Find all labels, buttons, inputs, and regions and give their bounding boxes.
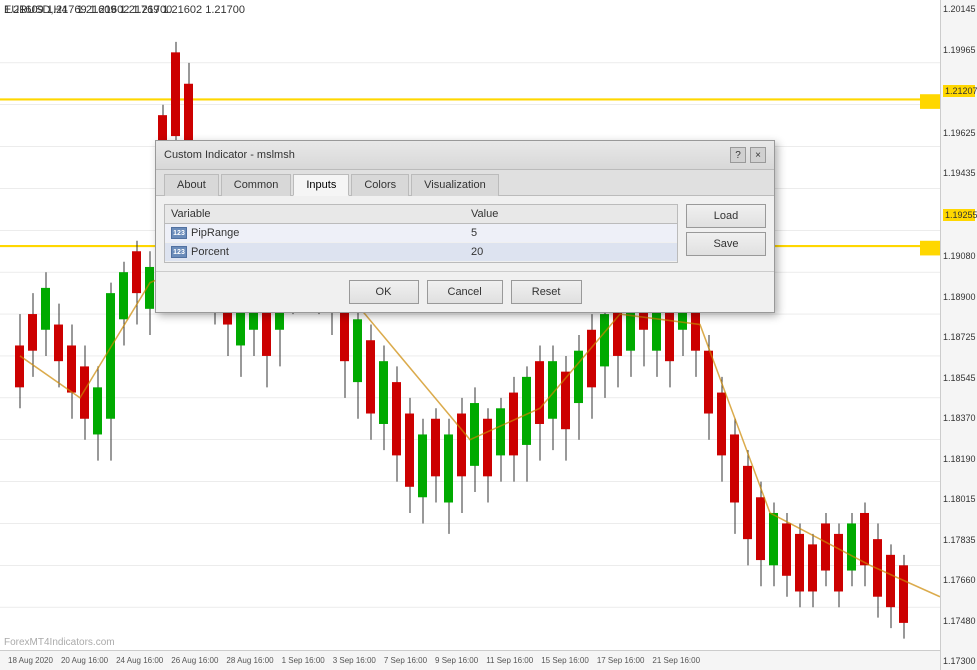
table-header: Variable Value bbox=[165, 205, 677, 224]
close-button[interactable]: × bbox=[750, 147, 766, 163]
time-label-13: 21 Sep 16:00 bbox=[652, 656, 700, 665]
time-label-6: 1 Sep 16:00 bbox=[282, 656, 325, 665]
row-icon-piprange: 123 bbox=[171, 227, 187, 239]
col-variable-header: Variable bbox=[171, 208, 471, 220]
price-15: 1.17660 bbox=[943, 575, 975, 585]
tab-visualization[interactable]: Visualization bbox=[411, 174, 499, 196]
price-11: 1.18370 bbox=[943, 413, 975, 423]
price-14: 1.17835 bbox=[943, 535, 975, 545]
time-label-2: 20 Aug 16:00 bbox=[61, 656, 108, 665]
price-2: 1.19965 bbox=[943, 45, 975, 55]
ok-button[interactable]: OK bbox=[349, 280, 419, 304]
reset-button[interactable]: Reset bbox=[511, 280, 582, 304]
watermark: ForexMT4Indicators.com bbox=[4, 637, 115, 648]
chart-price-data: 1.21609 1.21769 1.21602 1.21700 bbox=[77, 4, 245, 16]
time-label-7: 3 Sep 16:00 bbox=[333, 656, 376, 665]
price-4: 1.19625 bbox=[943, 128, 975, 138]
price-17: 1.17300 bbox=[943, 656, 975, 666]
dialog-body: Variable Value 123 PipRange 5 123 Porcen… bbox=[156, 196, 774, 271]
time-label-5: 28 Aug 16:00 bbox=[226, 656, 273, 665]
dialog-titlebar: Custom Indicator - mslmsh ? × bbox=[156, 141, 774, 170]
price-axis: 1.20145 1.19965 1.21207 1.19625 1.19435 … bbox=[940, 0, 977, 670]
price-8: 1.18900 bbox=[943, 292, 975, 302]
tab-inputs[interactable]: Inputs bbox=[293, 174, 349, 196]
dialog-table: Variable Value 123 PipRange 5 123 Porcen… bbox=[164, 204, 678, 263]
row-icon-porcent: 123 bbox=[171, 246, 187, 258]
time-label-4: 26 Aug 16:00 bbox=[171, 656, 218, 665]
cancel-button[interactable]: Cancel bbox=[427, 280, 503, 304]
save-button[interactable]: Save bbox=[686, 232, 766, 256]
tab-about[interactable]: About bbox=[164, 174, 219, 196]
chart-background: 1.21609 1.21769 1.21602 1.21700 bbox=[0, 0, 940, 670]
row-name-porcent: Porcent bbox=[191, 246, 471, 258]
price-9: 1.18725 bbox=[943, 332, 975, 342]
time-axis: 18 Aug 2020 20 Aug 16:00 24 Aug 16:00 26… bbox=[0, 650, 940, 670]
indicator-dialog: Custom Indicator - mslmsh ? × About Comm… bbox=[155, 140, 775, 313]
chart-symbol: EURUSD,H4 bbox=[4, 4, 68, 16]
dialog-sidebar: Load Save bbox=[686, 204, 766, 263]
price-6: 1.19255 bbox=[943, 209, 975, 221]
time-label-9: 9 Sep 16:00 bbox=[435, 656, 478, 665]
price-10: 1.18545 bbox=[943, 373, 975, 383]
time-label-10: 11 Sep 16:00 bbox=[486, 656, 533, 665]
table-row[interactable]: 123 Porcent 20 bbox=[165, 243, 677, 262]
price-12: 1.18190 bbox=[943, 454, 975, 464]
load-button[interactable]: Load bbox=[686, 204, 766, 228]
time-label-8: 7 Sep 16:00 bbox=[384, 656, 427, 665]
tab-colors[interactable]: Colors bbox=[351, 174, 409, 196]
col-value-header: Value bbox=[471, 208, 671, 220]
chart-header: EURUSD,H4 1.21609 1.21769 1.21602 1.2170… bbox=[4, 4, 245, 16]
time-label-3: 24 Aug 16:00 bbox=[116, 656, 163, 665]
row-value-piprange: 5 bbox=[471, 227, 671, 239]
help-button[interactable]: ? bbox=[730, 147, 746, 163]
dialog-tabs: About Common Inputs Colors Visualization bbox=[156, 170, 774, 196]
price-13: 1.18015 bbox=[943, 494, 975, 504]
dialog-footer: OK Cancel Reset bbox=[156, 271, 774, 312]
price-5: 1.19435 bbox=[943, 168, 975, 178]
table-row[interactable]: 123 PipRange 5 bbox=[165, 224, 677, 243]
time-label-11: 15 Sep 16:00 bbox=[541, 656, 589, 665]
price-1: 1.20145 bbox=[943, 4, 975, 14]
time-label-12: 17 Sep 16:00 bbox=[597, 656, 645, 665]
dialog-title: Custom Indicator - mslmsh bbox=[164, 149, 295, 161]
row-value-porcent: 20 bbox=[471, 246, 671, 258]
row-name-piprange: PipRange bbox=[191, 227, 471, 239]
price-16: 1.17480 bbox=[943, 616, 975, 626]
chart-candles bbox=[0, 0, 940, 670]
dialog-controls: ? × bbox=[730, 147, 766, 163]
price-3: 1.21207 bbox=[943, 85, 975, 97]
tab-common[interactable]: Common bbox=[221, 174, 292, 196]
price-7: 1.19080 bbox=[943, 251, 975, 261]
time-label-1: 18 Aug 2020 bbox=[8, 656, 53, 665]
